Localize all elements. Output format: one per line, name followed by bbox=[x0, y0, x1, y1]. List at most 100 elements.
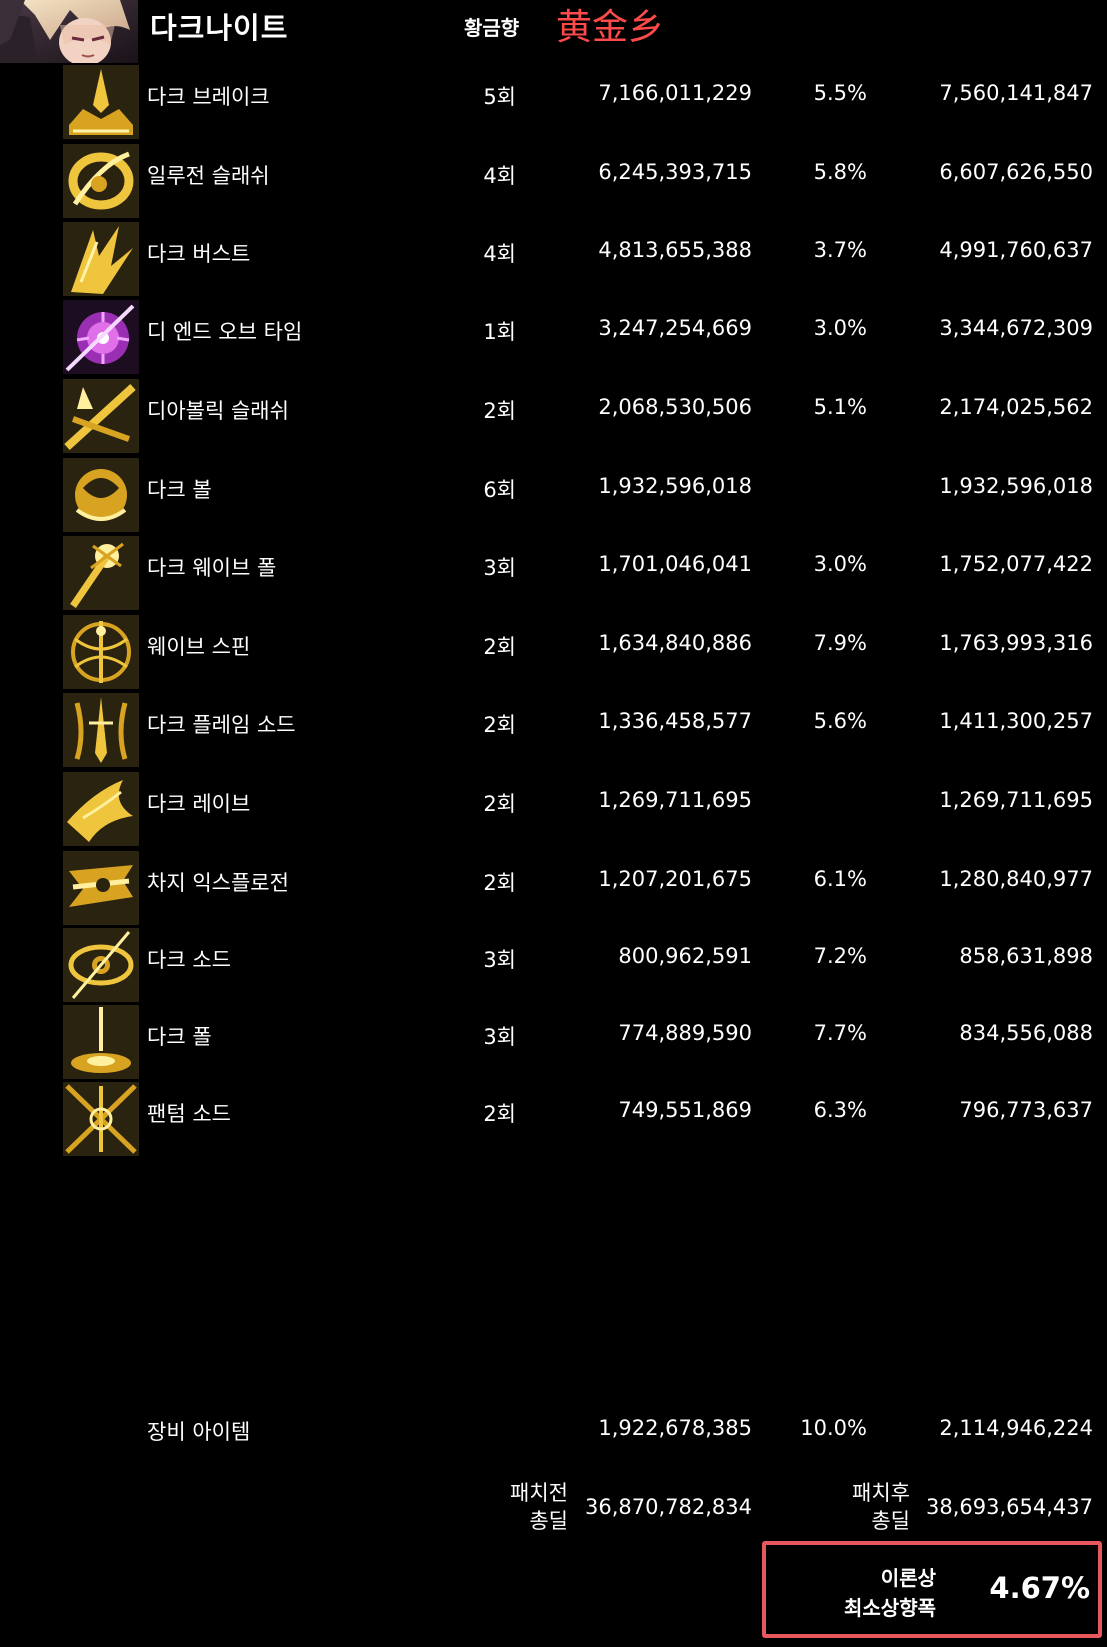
skill-hits: 3회 bbox=[483, 948, 516, 972]
dark-flame-sword-icon bbox=[63, 693, 139, 767]
skill-increase-pct: 3.0% bbox=[813, 552, 867, 576]
dark-burst-icon bbox=[63, 222, 139, 296]
skill-damage-before: 1,932,596,018 bbox=[598, 474, 752, 498]
skill-increase-pct: 7.7% bbox=[813, 1021, 867, 1045]
skill-damage-before: 1,207,201,675 bbox=[598, 867, 752, 891]
skill-increase-pct: 3.0% bbox=[813, 316, 867, 340]
server-label: 황금향 bbox=[464, 16, 520, 40]
skill-hits: 4회 bbox=[483, 164, 516, 188]
result-value: 4.67% bbox=[989, 1571, 1090, 1605]
skill-hits: 4회 bbox=[483, 242, 516, 266]
skill-hits: 2회 bbox=[483, 399, 516, 423]
skill-damage-before: 1,701,046,041 bbox=[598, 552, 752, 576]
total-before-value: 36,870,782,834 bbox=[585, 1495, 752, 1519]
skill-hits: 6회 bbox=[483, 478, 516, 502]
skill-increase-pct: 5.1% bbox=[813, 395, 867, 419]
server-name: 黄金乡 bbox=[556, 7, 665, 48]
skill-damage-after: 1,411,300,257 bbox=[939, 709, 1093, 733]
result-label-line2: 최소상향폭 bbox=[844, 1596, 936, 1620]
equipment-damage-after: 2,114,946,224 bbox=[939, 1416, 1093, 1440]
result-label: 이론상 최소상향폭 bbox=[786, 1563, 936, 1623]
skill-hits: 3회 bbox=[483, 556, 516, 580]
skill-damage-after: 796,773,637 bbox=[959, 1098, 1093, 1122]
skill-damage-after: 4,991,760,637 bbox=[939, 238, 1093, 262]
skill-row: 다크 브레이크 5회 7,166,011,229 5.5% 7,560,141,… bbox=[0, 63, 1107, 139]
skill-increase-pct: 5.6% bbox=[813, 709, 867, 733]
result-label-line1: 이론상 bbox=[880, 1566, 936, 1590]
skill-name: 다크 레이브 bbox=[147, 792, 251, 816]
skill-row: 다크 레이브 2회 1,269,711,695 1,269,711,695 bbox=[0, 770, 1107, 846]
skill-increase-pct: 6.1% bbox=[813, 867, 867, 891]
skill-name: 디 엔드 오브 타임 bbox=[147, 320, 303, 344]
skill-damage-after: 1,763,993,316 bbox=[939, 631, 1093, 655]
skill-increase-pct: 7.2% bbox=[813, 944, 867, 968]
skill-hits: 2회 bbox=[483, 635, 516, 659]
skill-name: 다크 웨이브 폴 bbox=[147, 556, 277, 580]
skill-damage-after: 6,607,626,550 bbox=[939, 160, 1093, 184]
dark-break-icon bbox=[63, 65, 139, 139]
skill-name: 팬텀 소드 bbox=[147, 1102, 231, 1126]
skill-row: 웨이브 스핀 2회 1,634,840,886 7.9% 1,763,993,3… bbox=[0, 613, 1107, 689]
skill-row: 디 엔드 오브 타임 1회 3,247,254,669 3.0% 3,344,6… bbox=[0, 298, 1107, 374]
dark-wave-fall-icon bbox=[63, 536, 139, 610]
character-portrait bbox=[0, 0, 138, 63]
skill-name: 웨이브 스핀 bbox=[147, 635, 251, 659]
skill-row: 팬텀 소드 2회 749,551,869 6.3% 796,773,637 bbox=[0, 1080, 1107, 1156]
skill-row: 다크 웨이브 폴 3회 1,701,046,041 3.0% 1,752,077… bbox=[0, 534, 1107, 610]
skill-damage-before: 1,634,840,886 bbox=[598, 631, 752, 655]
equipment-row: 장비 아이템 1,922,678,385 10.0% 2,114,946,224 bbox=[0, 1416, 1107, 1456]
skill-damage-after: 1,932,596,018 bbox=[939, 474, 1093, 498]
skill-name: 차지 익스플로전 bbox=[147, 871, 289, 895]
skill-damage-before: 774,889,590 bbox=[618, 1021, 752, 1045]
skill-damage-after: 2,174,025,562 bbox=[939, 395, 1093, 419]
skill-row: 다크 볼 6회 1,932,596,018 1,932,596,018 bbox=[0, 456, 1107, 532]
skill-damage-after: 1,269,711,695 bbox=[939, 788, 1093, 812]
skill-increase-pct: 3.7% bbox=[813, 238, 867, 262]
skill-row: 다크 소드 3회 800,962,591 7.2% 858,631,898 bbox=[0, 926, 1107, 1002]
total-after-value: 38,693,654,437 bbox=[926, 1495, 1093, 1519]
skill-damage-before: 3,247,254,669 bbox=[598, 316, 752, 340]
skill-damage-after: 834,556,088 bbox=[959, 1021, 1093, 1045]
skill-name: 일루전 슬래쉬 bbox=[147, 164, 270, 188]
diabolic-slash-icon bbox=[63, 379, 139, 453]
skill-damage-before: 4,813,655,388 bbox=[598, 238, 752, 262]
skill-name: 다크 볼 bbox=[147, 478, 212, 502]
skill-hits: 2회 bbox=[483, 792, 516, 816]
skill-name: 다크 플레임 소드 bbox=[147, 713, 296, 737]
skill-name: 다크 브레이크 bbox=[147, 85, 270, 109]
skill-row: 다크 플레임 소드 2회 1,336,458,577 5.6% 1,411,30… bbox=[0, 691, 1107, 767]
skill-hits: 3회 bbox=[483, 1025, 516, 1049]
skill-damage-after: 858,631,898 bbox=[959, 944, 1093, 968]
skill-damage-before: 800,962,591 bbox=[618, 944, 752, 968]
skill-hits: 2회 bbox=[483, 713, 516, 737]
skill-increase-pct: 7.9% bbox=[813, 631, 867, 655]
skill-damage-before: 1,336,458,577 bbox=[598, 709, 752, 733]
skill-row: 차지 익스플로전 2회 1,207,201,675 6.1% 1,280,840… bbox=[0, 849, 1107, 925]
skill-row: 일루전 슬래쉬 4회 6,245,393,715 5.8% 6,607,626,… bbox=[0, 142, 1107, 218]
skill-name: 다크 소드 bbox=[147, 948, 231, 972]
skill-increase-pct: 5.8% bbox=[813, 160, 867, 184]
dark-ball-icon bbox=[63, 458, 139, 532]
charge-explosion-icon bbox=[63, 851, 139, 925]
skill-name: 다크 버스트 bbox=[147, 242, 251, 266]
skill-damage-before: 1,269,711,695 bbox=[598, 788, 752, 812]
skill-hits: 5회 bbox=[483, 85, 516, 109]
end-of-time-icon bbox=[63, 300, 139, 374]
wave-spin-icon bbox=[63, 615, 139, 689]
skill-name: 다크 폴 bbox=[147, 1025, 212, 1049]
skill-damage-after: 7,560,141,847 bbox=[939, 81, 1093, 105]
skill-damage-after: 3,344,672,309 bbox=[939, 316, 1093, 340]
dark-rave-icon bbox=[63, 772, 139, 846]
phantom-sword-icon bbox=[63, 1082, 139, 1156]
skill-name: 디아볼릭 슬래쉬 bbox=[147, 399, 289, 423]
skill-row: 다크 폴 3회 774,889,590 7.7% 834,556,088 bbox=[0, 1003, 1107, 1079]
skill-hits: 2회 bbox=[483, 1102, 516, 1126]
skill-damage-before: 6,245,393,715 bbox=[598, 160, 752, 184]
skill-hits: 2회 bbox=[483, 871, 516, 895]
equipment-name: 장비 아이템 bbox=[147, 1420, 251, 1444]
skill-damage-after: 1,752,077,422 bbox=[939, 552, 1093, 576]
skill-damage-after: 1,280,840,977 bbox=[939, 867, 1093, 891]
skill-increase-pct: 6.3% bbox=[813, 1098, 867, 1122]
skill-increase-pct: 5.5% bbox=[813, 81, 867, 105]
illusion-slash-icon bbox=[63, 144, 139, 218]
